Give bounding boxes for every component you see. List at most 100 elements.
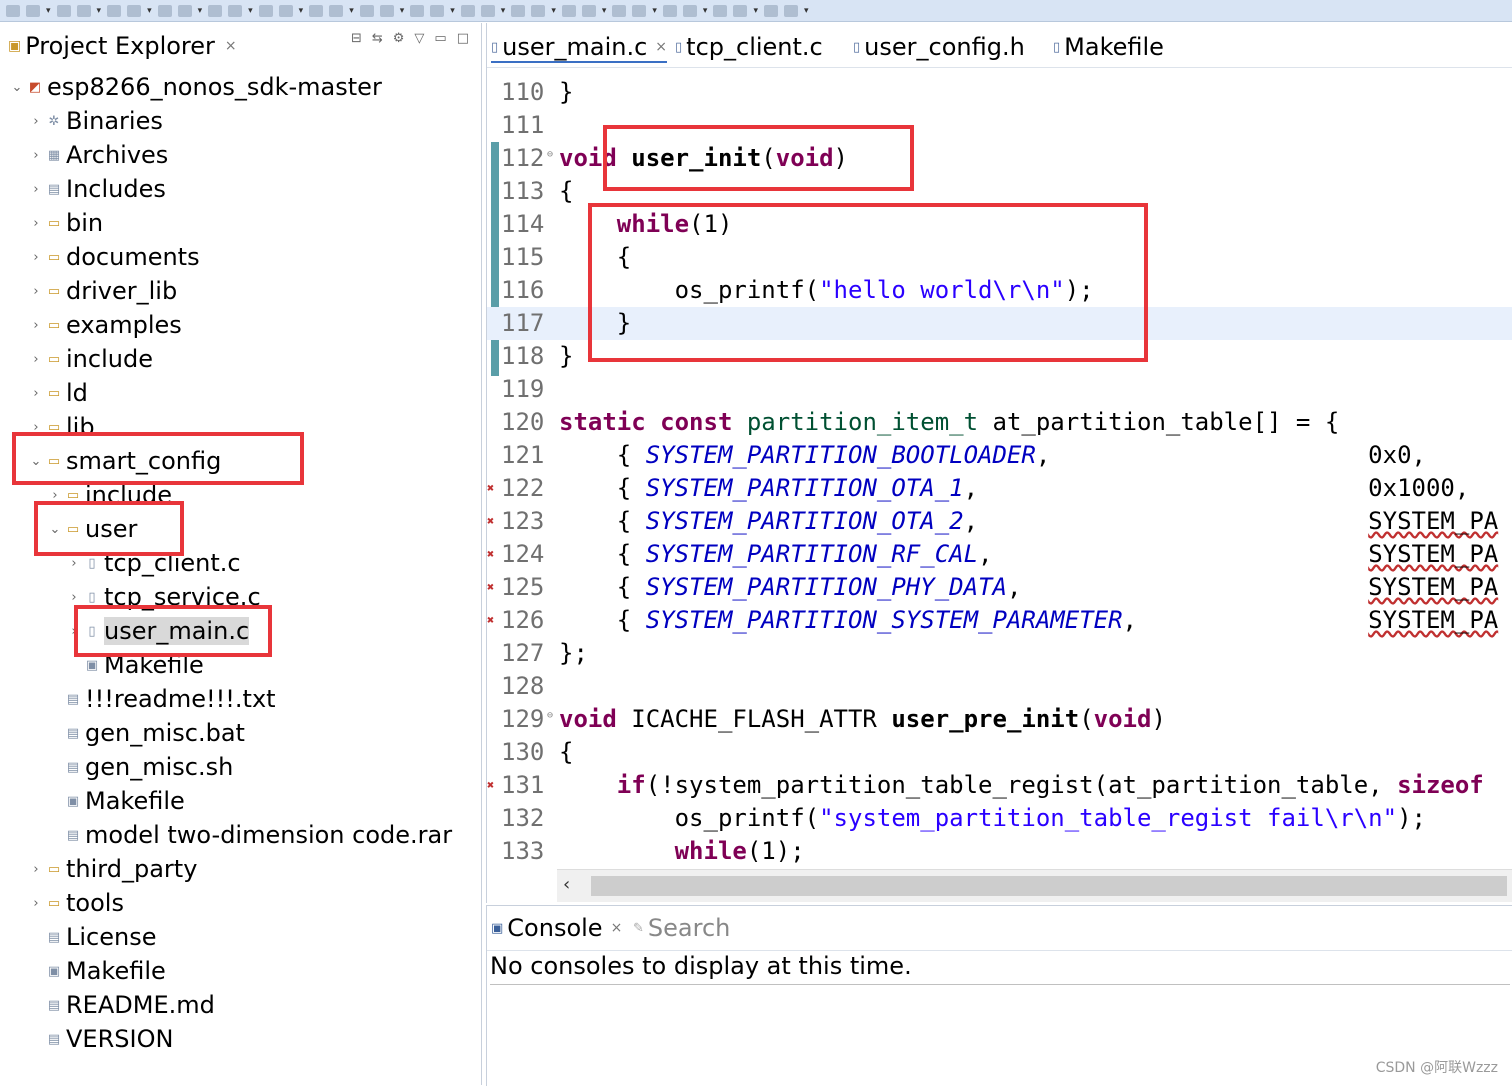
tree-item[interactable]: › ▭ driver_lib <box>27 274 177 308</box>
chevron-right-icon[interactable]: › <box>27 216 45 231</box>
toolbar-button[interactable] <box>56 4 71 17</box>
fold-toggle-icon[interactable]: ⊖ <box>547 699 553 732</box>
toolbar-button[interactable] <box>511 4 526 17</box>
tree-item[interactable]: › ▭ bin <box>27 206 103 240</box>
dropdown-arrow-icon[interactable]: ▾ <box>652 6 657 16</box>
chevron-right-icon[interactable]: › <box>65 556 83 571</box>
dropdown-arrow-icon[interactable]: ▾ <box>602 6 607 16</box>
toolbar-button[interactable] <box>76 4 91 17</box>
dropdown-arrow-icon[interactable]: ▾ <box>450 6 455 16</box>
scrollbar-thumb[interactable] <box>591 876 1507 896</box>
code-line[interactable]: ✖ 125 { SYSTEM_PARTITION_PHY_DATA, SYSTEM… <box>487 571 1512 604</box>
toolbar-button[interactable] <box>228 4 243 17</box>
toolbar-button[interactable] <box>763 4 778 17</box>
chevron-right-icon[interactable]: › <box>27 318 45 333</box>
toolbar-button[interactable] <box>783 4 798 17</box>
view-menu-icon[interactable]: ▽ <box>414 31 424 46</box>
code-line[interactable]: ✖ 131 if(!system_partition_table_regist(a… <box>487 769 1512 802</box>
chevron-right-icon[interactable]: › <box>27 284 45 299</box>
project-explorer-tab[interactable]: ▣ Project Explorer × <box>8 32 237 60</box>
dropdown-arrow-icon[interactable]: ▾ <box>703 6 708 16</box>
dropdown-arrow-icon[interactable]: ▾ <box>400 6 405 16</box>
tree-item[interactable]: › ▭ documents <box>27 240 199 274</box>
toolbar-button[interactable] <box>632 4 647 17</box>
tree-item[interactable]: ⌄ ◩ esp8266_nonos_sdk-master <box>8 70 382 104</box>
dropdown-arrow-icon[interactable]: ▾ <box>46 6 51 16</box>
close-icon[interactable]: × <box>611 920 623 936</box>
link-with-editor-icon[interactable]: ⇆ <box>372 31 383 46</box>
code-line[interactable]: 127}; <box>487 637 1512 670</box>
code-line[interactable]: 110} <box>487 76 1512 109</box>
code-line[interactable]: ✖ 122 { SYSTEM_PARTITION_OTA_1, 0x1000, <box>487 472 1512 505</box>
toolbar-button[interactable] <box>430 4 445 17</box>
tree-item[interactable]: ▤ gen_misc.bat <box>46 716 245 750</box>
tree-item[interactable]: ▣ Makefile <box>27 954 166 988</box>
toolbar-button[interactable] <box>410 4 425 17</box>
chevron-right-icon[interactable]: › <box>27 896 45 911</box>
toolbar-button[interactable] <box>208 4 223 17</box>
toolbar-button[interactable] <box>309 4 324 17</box>
close-icon[interactable]: × <box>655 39 667 55</box>
chevron-right-icon[interactable]: › <box>27 386 45 401</box>
collapse-all-icon[interactable]: ⊟ <box>351 31 362 46</box>
toolbar-button[interactable] <box>733 4 748 17</box>
tree-item[interactable]: › ▭ tools <box>27 886 124 920</box>
toolbar-button[interactable] <box>379 4 394 17</box>
error-marker-icon[interactable]: ✖ <box>487 538 501 571</box>
tree-item[interactable]: › ▭ third_party <box>27 852 197 886</box>
editor-tab[interactable]: ▯ Makefile <box>1053 33 1164 61</box>
dropdown-arrow-icon[interactable]: ▾ <box>753 6 758 16</box>
dropdown-arrow-icon[interactable]: ▾ <box>147 6 152 16</box>
toolbar-button[interactable] <box>531 4 546 17</box>
filter-icon[interactable]: ⚙ <box>393 31 405 46</box>
toolbar-button[interactable] <box>460 4 475 17</box>
maximize-icon[interactable]: □ <box>457 31 469 46</box>
code-area[interactable]: 110} 111 112 ⊖ void user_init(void) 113{114 w… <box>487 76 1512 866</box>
code-line[interactable]: 132 os_printf("system_partition_table_re… <box>487 802 1512 835</box>
code-line[interactable]: ✖ 123 { SYSTEM_PARTITION_OTA_2, SYSTEM_PA <box>487 505 1512 538</box>
fold-toggle-icon[interactable]: ⊖ <box>547 138 553 171</box>
chevron-down-icon[interactable]: ⌄ <box>8 80 26 95</box>
toolbar-button[interactable] <box>26 4 40 17</box>
toolbar-button[interactable] <box>581 4 596 17</box>
toolbar-button[interactable] <box>278 4 293 17</box>
chevron-right-icon[interactable]: › <box>27 862 45 877</box>
scroll-left-icon[interactable]: ‹ <box>563 874 570 895</box>
code-line[interactable]: 130 { <box>487 736 1512 769</box>
toolbar-button[interactable] <box>157 4 172 17</box>
chevron-right-icon[interactable]: › <box>27 250 45 265</box>
toolbar-button[interactable] <box>107 4 122 17</box>
chevron-right-icon[interactable]: › <box>27 148 45 163</box>
minimize-icon[interactable]: ▭ <box>434 31 446 46</box>
code-line[interactable]: 129 ⊖ void ICACHE_FLASH_ATTR user_pre_init… <box>487 703 1512 736</box>
code-line[interactable]: 128 <box>487 670 1512 703</box>
chevron-right-icon[interactable]: › <box>27 352 45 367</box>
editor-tab[interactable]: ▯ user_config.h <box>853 33 1025 61</box>
error-marker-icon[interactable]: ✖ <box>487 769 501 802</box>
dropdown-arrow-icon[interactable]: ▾ <box>349 6 354 16</box>
toolbar-button[interactable] <box>329 4 344 17</box>
tree-item[interactable]: ▣ Makefile <box>46 784 185 818</box>
toolbar-button[interactable] <box>561 4 576 17</box>
chevron-right-icon[interactable]: › <box>27 114 45 129</box>
console-tab[interactable]: ✎ Search <box>633 914 730 942</box>
code-line[interactable]: 120 static const partition_item_t at_part… <box>487 406 1512 439</box>
tree-item[interactable]: ▤ License <box>27 920 157 954</box>
tree-item[interactable]: › ▭ examples <box>27 308 181 342</box>
toolbar-button[interactable] <box>177 4 192 17</box>
tree-item[interactable]: ▤ VERSION <box>27 1022 174 1056</box>
tree-item[interactable]: › ▭ ld <box>27 376 88 410</box>
tree-item[interactable]: ▤ model two-dimension code.rar <box>46 818 452 852</box>
dropdown-arrow-icon[interactable]: ▾ <box>198 6 203 16</box>
code-line[interactable]: 121 { SYSTEM_PARTITION_BOOTLOADER, 0x0, <box>487 439 1512 472</box>
toolbar-button[interactable] <box>258 4 273 17</box>
editor-tab[interactable]: ▯ tcp_client.c <box>675 33 823 61</box>
toolbar-button[interactable] <box>6 4 20 17</box>
tree-item[interactable]: › ✲ Binaries <box>27 104 162 138</box>
code-line[interactable]: 119 <box>487 373 1512 406</box>
error-marker-icon[interactable]: ✖ <box>487 505 501 538</box>
tree-item[interactable]: › ▦ Archives <box>27 138 168 172</box>
toolbar-button[interactable] <box>612 4 627 17</box>
code-line[interactable]: 133 while(1); <box>487 835 1512 866</box>
toolbar-button[interactable] <box>127 4 142 17</box>
